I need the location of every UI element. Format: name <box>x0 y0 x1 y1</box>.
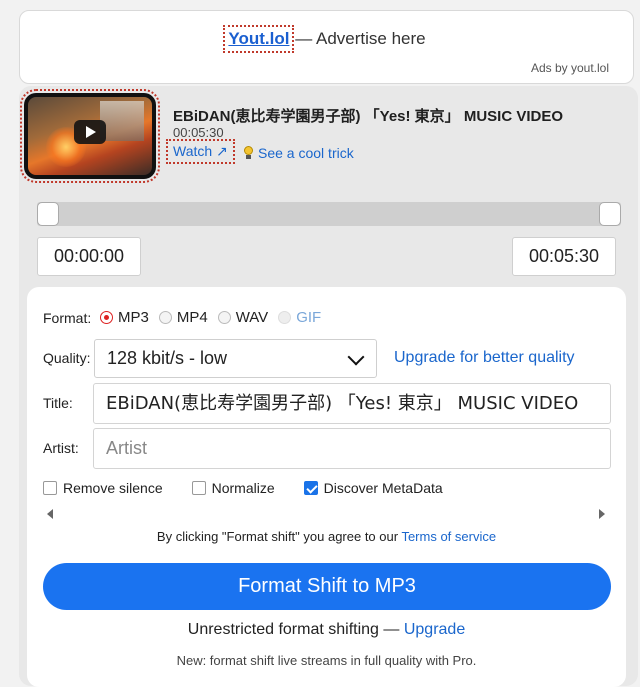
thumbnail-background <box>100 101 144 141</box>
quality-label: Quality: <box>43 350 91 366</box>
upgrade-quality-link[interactable]: Upgrade for better quality <box>394 349 575 367</box>
discover-metadata-option[interactable]: Discover MetaData <box>303 480 443 496</box>
scroll-right-arrow-icon[interactable] <box>599 509 605 519</box>
artist-label: Artist: <box>43 440 79 456</box>
ad-line: Yout.lol — Advertise here <box>20 25 633 53</box>
remove-silence-option[interactable]: Remove silence <box>43 480 163 496</box>
radio-mp4[interactable] <box>158 311 172 324</box>
video-duration: 00:05:30 <box>173 125 224 140</box>
format-option-wav[interactable]: WAV <box>217 309 269 326</box>
chevron-down-icon <box>347 348 365 366</box>
quality-select[interactable]: 128 kbit/s - low <box>94 339 377 378</box>
discover-metadata-label: Discover MetaData <box>323 480 443 496</box>
format-wav-label: WAV <box>235 309 269 326</box>
range-end-handle[interactable] <box>599 202 621 226</box>
normalize-checkbox[interactable] <box>191 481 206 495</box>
option-checkboxes: Remove silence Normalize Discover MetaDa… <box>43 480 472 496</box>
radio-gif <box>278 311 292 324</box>
upgrade-link[interactable]: Upgrade <box>404 621 465 638</box>
quality-value: 128 kbit/s - low <box>107 348 228 368</box>
format-mp4-label: MP4 <box>176 309 208 326</box>
ad-text: — Advertise here <box>290 29 426 48</box>
ad-link[interactable]: Yout.lol <box>223 25 295 53</box>
lightbulb-icon <box>243 146 254 160</box>
end-time-input[interactable]: 00:05:30 <box>512 237 616 276</box>
ad-attribution: Ads by yout.lol <box>530 61 609 75</box>
range-slider-track[interactable] <box>37 202 621 226</box>
format-gif-label: GIF <box>296 309 322 326</box>
radio-mp3[interactable] <box>100 311 113 324</box>
terms-link[interactable]: Terms of service <box>401 529 496 544</box>
options-panel: Format: MP3 MP4 WAV GIF Quality: 128 kbi… <box>27 287 626 687</box>
terms-notice: By clicking "Format shift" you agree to … <box>27 529 626 544</box>
format-option-gif: GIF <box>278 309 321 326</box>
title-label: Title: <box>43 395 73 411</box>
video-title: EBiDAN(恵比寿学園男子部) 「Yes! 東京」 MUSIC VIDEO <box>173 108 564 125</box>
format-option-mp4[interactable]: MP4 <box>158 309 208 326</box>
main-card: EBiDAN(恵比寿学園男子部) 「Yes! 東京」 MUSIC VIDEO 0… <box>19 86 638 687</box>
remove-silence-checkbox[interactable] <box>43 481 57 495</box>
ad-banner: Yout.lol — Advertise here Ads by yout.lo… <box>19 10 634 84</box>
video-thumbnail[interactable] <box>20 89 160 183</box>
pro-note: New: format shift live streams in full q… <box>176 653 477 668</box>
format-shift-button[interactable]: Format Shift to MP3 <box>43 563 611 610</box>
normalize-label: Normalize <box>211 480 275 496</box>
cool-trick-link[interactable]: See a cool trick <box>243 145 354 161</box>
discover-metadata-checkbox[interactable] <box>303 481 318 495</box>
watch-link[interactable]: Watch ↗ <box>166 139 235 164</box>
format-label: Format: <box>43 310 92 326</box>
format-mp3-label: MP3 <box>118 309 149 326</box>
remove-silence-label: Remove silence <box>63 480 163 496</box>
cool-trick-label: See a cool trick <box>258 145 354 161</box>
range-start-handle[interactable] <box>37 202 59 226</box>
unrestricted-notice: Unrestricted format shifting — Upgrade <box>27 621 626 639</box>
play-icon[interactable] <box>74 120 106 144</box>
scroll-left-arrow-icon[interactable] <box>47 509 53 519</box>
format-option-mp3[interactable]: MP3 <box>100 309 149 326</box>
radio-wav[interactable] <box>217 311 231 324</box>
title-field[interactable]: EBiDAN(恵比寿学園男子部) 「Yes! 東京」 MUSIC VIDEO <box>93 383 611 424</box>
unrestricted-text: Unrestricted format shifting — <box>187 621 404 638</box>
start-time-input[interactable]: 00:00:00 <box>37 237 141 276</box>
format-radio-group: MP3 MP4 WAV GIF <box>100 309 321 326</box>
terms-prefix: By clicking "Format shift" you agree to … <box>156 529 402 544</box>
artist-field[interactable]: Artist <box>93 428 611 469</box>
normalize-option[interactable]: Normalize <box>191 480 275 496</box>
